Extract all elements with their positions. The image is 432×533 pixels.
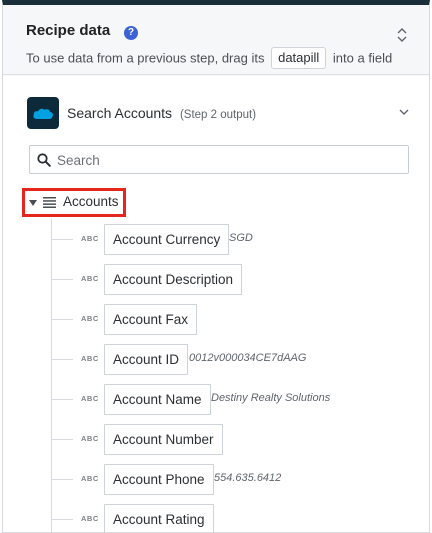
string-type-icon: ABC (81, 314, 99, 323)
source-step-title: Search Accounts (Step 2 output) (67, 105, 256, 121)
source-step-meta: (Step 2 output) (179, 109, 257, 121)
panel-header: Recipe data ? To use data from a previou… (3, 5, 429, 75)
string-type-icon: ABC (81, 394, 99, 403)
datapill-row: ABC Account Rating (51, 504, 421, 532)
datapill-account-currency[interactable]: Account Currency (104, 224, 230, 255)
search-icon (37, 153, 51, 167)
tree-branch (51, 479, 73, 480)
string-type-icon: ABC (81, 474, 99, 483)
sample-value: 0012v000034CE7dAAG (189, 352, 307, 364)
tree-branch (51, 359, 73, 360)
source-step-name: Search Accounts (67, 105, 173, 121)
chevron-down-icon[interactable] (399, 108, 409, 116)
salesforce-logo-icon (27, 97, 59, 129)
help-icon[interactable]: ? (124, 26, 138, 40)
recipe-data-panel: Recipe data ? To use data from a previou… (2, 0, 430, 533)
panel-subtitle: To use data from a previous step, drag i… (26, 47, 392, 69)
string-type-icon: ABC (81, 354, 99, 363)
datapill-account-description[interactable]: Account Description (104, 264, 243, 295)
sample-value: SGD (229, 232, 253, 244)
datapill-account-fax[interactable]: Account Fax (104, 304, 198, 335)
accounts-group-toggle[interactable]: Accounts (22, 188, 126, 217)
search-box[interactable] (29, 145, 409, 174)
datapill-account-id[interactable]: Account ID (104, 344, 189, 375)
caret-down-icon[interactable] (29, 200, 37, 206)
datapill-row: ABC Account Phone 554.635.6412 (51, 464, 421, 495)
tree-branch (51, 439, 73, 440)
tree-branch (51, 239, 73, 240)
datapill-row: ABC Account Number (51, 424, 421, 455)
datapill-account-name[interactable]: Account Name (104, 384, 211, 415)
tree-branch (51, 319, 73, 320)
datapill-account-rating[interactable]: Account Rating (104, 504, 214, 532)
subtitle-text-after: into a field (332, 50, 393, 66)
datapill-account-number[interactable]: Account Number (104, 424, 223, 455)
sample-value: Destiny Realty Solutions (211, 392, 331, 404)
string-type-icon: ABC (81, 274, 99, 283)
string-type-icon: ABC (81, 234, 99, 243)
tree-branch (51, 399, 73, 400)
tree-branch (51, 279, 73, 280)
accounts-group-label: Accounts (63, 194, 119, 209)
datapill-row: ABC Account ID 0012v000034CE7dAAG (51, 344, 421, 375)
datapill-example: datapill (271, 47, 327, 69)
source-step-row[interactable]: Search Accounts (Step 2 output) (27, 97, 409, 129)
list-icon (43, 197, 56, 208)
subtitle-text-before: To use data from a previous step, drag i… (26, 50, 265, 66)
string-type-icon: ABC (81, 434, 99, 443)
datapill-account-phone[interactable]: Account Phone (104, 464, 214, 495)
panel-title: Recipe data (26, 22, 111, 39)
datapill-row: ABC Account Currency SGD (51, 224, 421, 255)
recipe-data-content: Search Accounts (Step 2 output) Search A… (3, 76, 429, 532)
string-type-icon: ABC (81, 514, 99, 523)
datapill-row: ABC Account Fax (51, 304, 421, 335)
datapill-row: ABC Account Description (51, 264, 421, 295)
tree-branch (51, 519, 73, 520)
expand-collapse-icon[interactable] (397, 27, 407, 43)
search-input[interactable] (57, 150, 397, 170)
datapill-row: ABC Account Name Destiny Realty Solution… (51, 384, 421, 415)
sample-value: 554.635.6412 (214, 472, 282, 484)
